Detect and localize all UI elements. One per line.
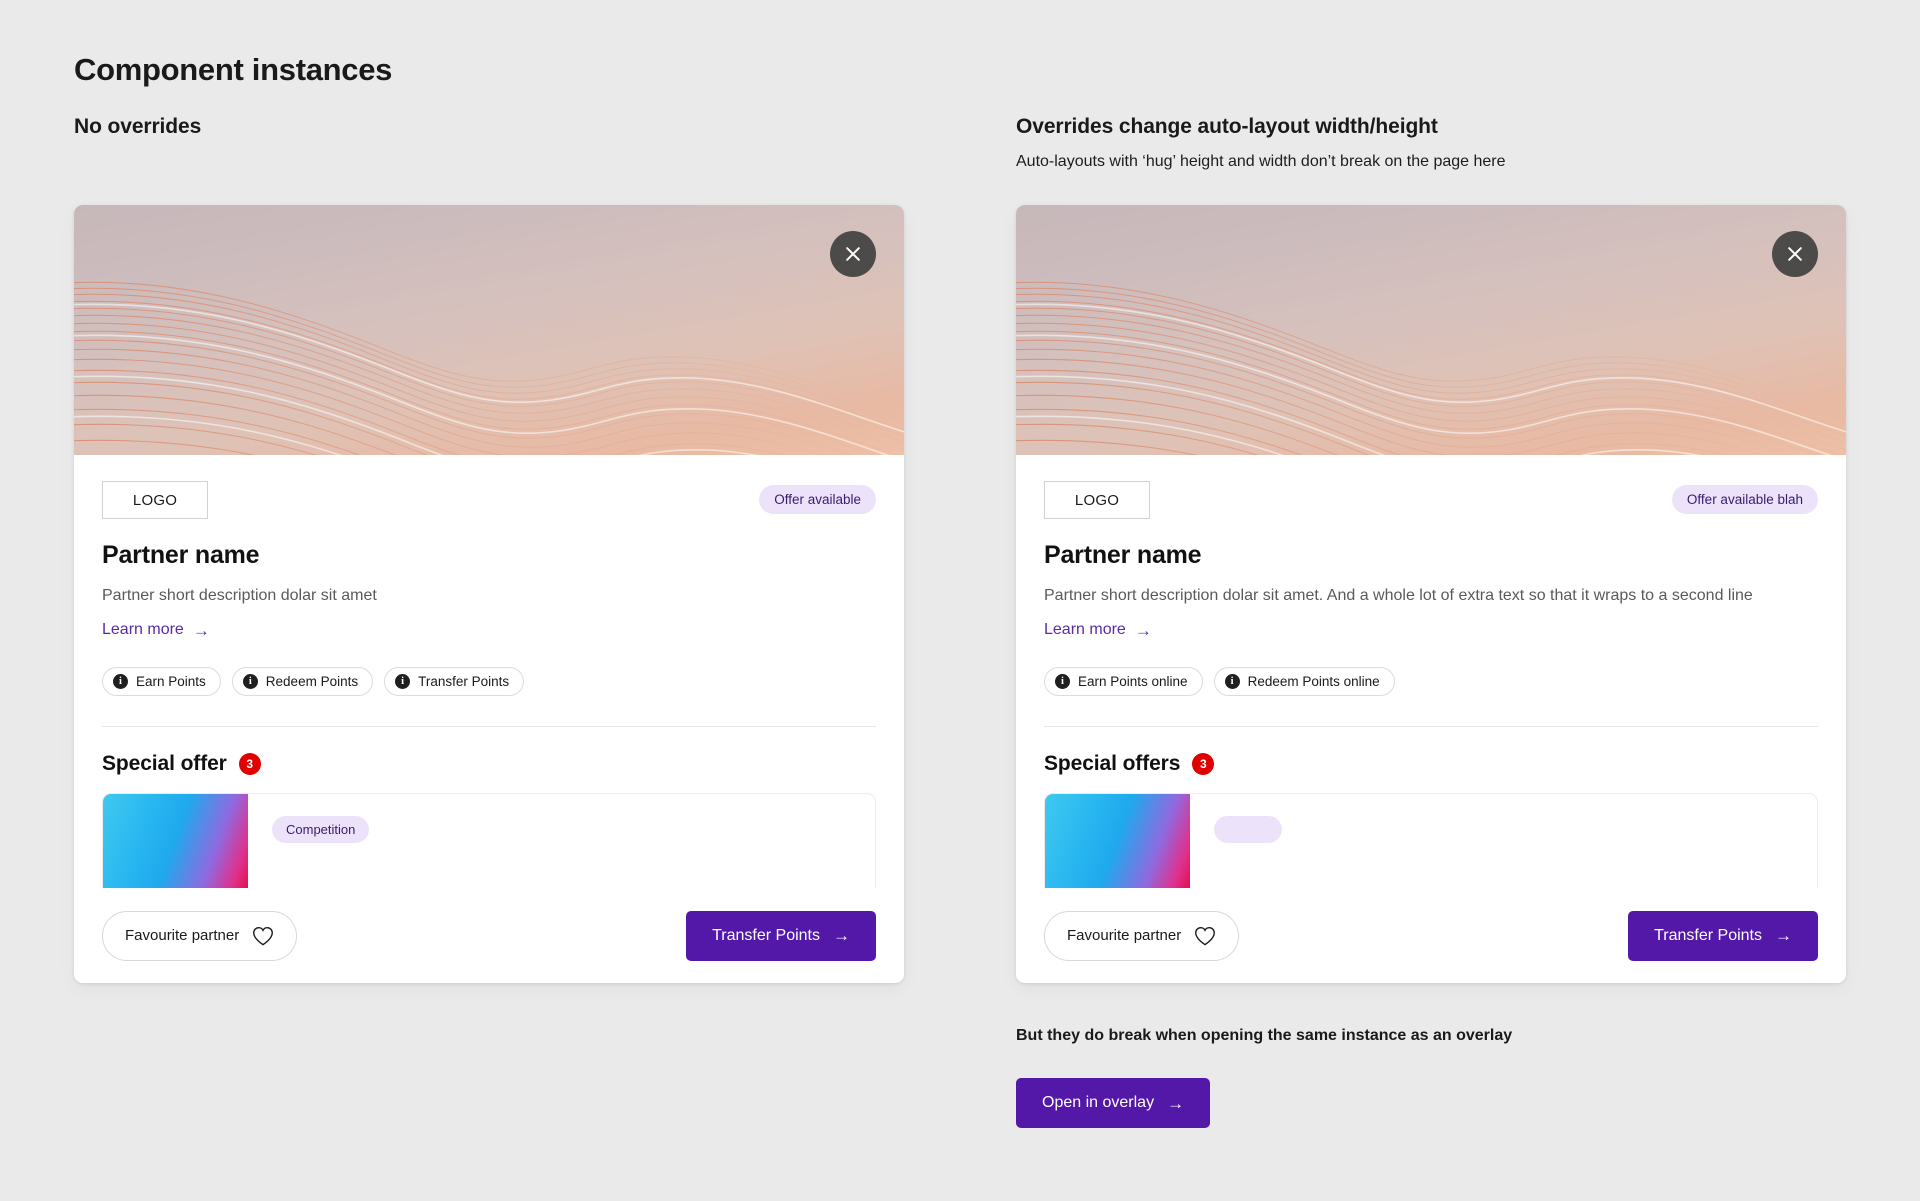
- open-in-overlay-button[interactable]: Open in overlay →: [1016, 1078, 1211, 1128]
- offer-available-badge: Offer available: [759, 485, 876, 514]
- special-offers-section: Special offers 3: [1016, 727, 1846, 904]
- logo-and-badge-row: LOGO Offer available blah: [1044, 481, 1818, 519]
- special-offers-header: Special offers 3: [1044, 752, 1818, 776]
- open-in-overlay-label: Open in overlay: [1042, 1094, 1155, 1111]
- chip-label: Transfer Points: [418, 674, 510, 690]
- card-action-bar: Favourite partner Transfer Points →: [1016, 888, 1846, 983]
- left-column-heading: No overrides: [74, 115, 202, 138]
- card-body: LOGO Offer available blah Partner name P…: [1016, 455, 1846, 728]
- transfer-points-button[interactable]: Transfer Points →: [1628, 910, 1818, 961]
- favourite-partner-label: Favourite partner: [1067, 927, 1182, 944]
- partner-name: Partner name: [1044, 541, 1202, 569]
- favourite-partner-label: Favourite partner: [125, 927, 240, 944]
- arrow-right-icon: →: [1134, 620, 1152, 640]
- offer-thumbnail: [103, 794, 248, 903]
- partner-description: Partner short description dolar sit amet: [102, 587, 377, 604]
- left-column-header: No overrides: [74, 115, 201, 139]
- card-body: LOGO Offer available Partner name Partne…: [74, 455, 904, 728]
- right-column-header: Overrides change auto-layout width/heigh…: [1016, 115, 1506, 171]
- offers-count-badge: 3: [1192, 753, 1215, 776]
- info-icon: i: [113, 674, 128, 690]
- offer-available-badge: Offer available blah: [1671, 485, 1818, 514]
- open-overlay-wrapper: Open in overlay →: [1016, 1078, 1211, 1128]
- chip-label: Earn Points: [136, 674, 206, 690]
- chip-redeem-points-online[interactable]: i Redeem Points online: [1213, 667, 1395, 697]
- info-icon: i: [1055, 674, 1070, 690]
- close-button[interactable]: [1772, 231, 1818, 277]
- close-button[interactable]: [830, 231, 876, 277]
- chip-label: Redeem Points online: [1247, 674, 1380, 690]
- partner-logo: LOGO: [1044, 481, 1150, 519]
- transfer-points-button[interactable]: Transfer Points →: [686, 910, 876, 961]
- heart-icon: [253, 926, 274, 945]
- special-offers-header: Special offer 3: [102, 752, 876, 776]
- chip-label: Earn Points online: [1078, 674, 1188, 690]
- info-icon: i: [242, 674, 258, 690]
- close-icon: [846, 247, 860, 261]
- arrow-right-icon: →: [1167, 1093, 1185, 1113]
- partner-name: Partner name: [102, 541, 260, 569]
- logo-and-badge-row: LOGO Offer available: [102, 481, 876, 519]
- chip-earn-points[interactable]: i Earn Points: [102, 667, 221, 697]
- hero-wave-artwork: [1016, 281, 1846, 455]
- partner-card-with-overrides: LOGO Offer available blah Partner name P…: [1016, 205, 1846, 983]
- favourite-partner-button[interactable]: Favourite partner: [102, 910, 298, 961]
- offer-meta: [1190, 794, 1282, 902]
- offer-list-item[interactable]: Competition: [102, 793, 876, 904]
- special-offers-title: Special offer: [102, 752, 227, 776]
- chip-redeem-points[interactable]: i Redeem Points: [231, 667, 374, 697]
- transfer-points-label: Transfer Points: [712, 926, 820, 944]
- special-offers-section: Special offer 3 Competition: [74, 727, 904, 904]
- card-action-bar: Favourite partner Transfer Points →: [74, 888, 904, 983]
- chip-earn-points-online[interactable]: i Earn Points online: [1044, 667, 1203, 697]
- learn-more-label: Learn more: [102, 621, 184, 639]
- arrow-right-icon: →: [833, 926, 850, 945]
- info-icon: i: [395, 674, 411, 690]
- offers-count-badge: 3: [238, 753, 261, 776]
- section-divider: [1044, 726, 1818, 728]
- arrow-right-icon: →: [1775, 926, 1792, 945]
- learn-more-link[interactable]: Learn more →: [1044, 621, 1152, 639]
- hero-wave-artwork: [74, 281, 904, 455]
- offer-meta: Competition: [248, 794, 370, 902]
- overlay-footer-note: But they do break when opening the same …: [1016, 1027, 1513, 1044]
- arrow-right-icon: →: [192, 620, 210, 640]
- close-icon: [1788, 247, 1802, 261]
- learn-more-label: Learn more: [1044, 621, 1126, 639]
- transfer-points-label: Transfer Points: [1654, 926, 1762, 944]
- partner-logo: LOGO: [102, 481, 208, 519]
- hero-image: [74, 205, 904, 455]
- offer-list-item[interactable]: [1044, 793, 1818, 904]
- chip-transfer-points[interactable]: i Transfer Points: [384, 667, 525, 697]
- points-chip-list: i Earn Points online i Redeem Points onl…: [1044, 667, 1818, 697]
- special-offers-title: Special offers: [1044, 752, 1181, 776]
- right-column-subheading: Auto-layouts with ‘hug’ height and width…: [1016, 153, 1506, 170]
- right-column-heading: Overrides change auto-layout width/heigh…: [1016, 115, 1438, 138]
- learn-more-link[interactable]: Learn more →: [102, 621, 210, 639]
- offer-tag-badge: Competition: [272, 816, 370, 844]
- page-title: Component instances: [74, 52, 393, 87]
- chip-label: Redeem Points: [265, 674, 359, 690]
- offer-tag-badge: [1214, 816, 1282, 844]
- hero-image: [1016, 205, 1846, 455]
- partner-description: Partner short description dolar sit amet…: [1044, 587, 1753, 604]
- info-icon: i: [1224, 674, 1240, 690]
- points-chip-list: i Earn Points i Redeem Points i Transfer…: [102, 667, 876, 697]
- page-root: Component instances No overrides Overrid…: [0, 0, 1920, 1201]
- offer-thumbnail: [1045, 794, 1190, 903]
- partner-card-no-overrides: LOGO Offer available Partner name Partne…: [74, 205, 904, 983]
- section-divider: [102, 726, 876, 728]
- favourite-partner-button[interactable]: Favourite partner: [1044, 910, 1240, 961]
- heart-icon: [1195, 926, 1216, 945]
